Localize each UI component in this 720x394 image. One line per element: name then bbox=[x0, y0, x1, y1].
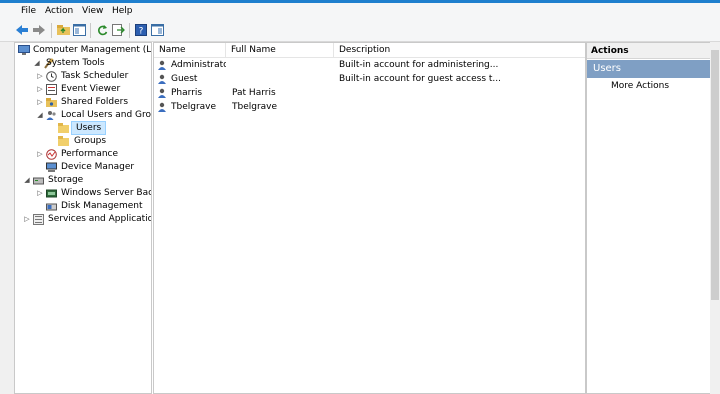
cell-full-name: Tbelgrave bbox=[232, 102, 278, 112]
table-row[interactable]: Guest Built-in account for guest access … bbox=[154, 72, 585, 86]
column-header-name[interactable]: Name bbox=[154, 43, 226, 57]
folder-icon bbox=[58, 123, 69, 134]
help-icon[interactable]: ? bbox=[134, 23, 148, 37]
toolbar-separator bbox=[90, 23, 91, 38]
expander-expanded-icon[interactable]: ◢ bbox=[36, 109, 44, 122]
up-folder-icon[interactable] bbox=[56, 23, 70, 37]
clock-icon bbox=[46, 71, 57, 82]
menu-file[interactable]: File bbox=[21, 6, 36, 16]
toolbar-separator bbox=[51, 23, 52, 38]
table-row[interactable]: Administrator Built-in account for admin… bbox=[154, 58, 585, 72]
cell-name: Tbelgrave bbox=[171, 102, 217, 112]
export-list-icon[interactable] bbox=[111, 23, 125, 37]
menu-action[interactable]: Action bbox=[45, 6, 73, 16]
cell-description: Built-in account for administering... bbox=[339, 60, 499, 70]
user-icon bbox=[157, 74, 168, 84]
expander-collapsed-icon[interactable]: ▷ bbox=[23, 213, 31, 226]
computer-management-icon bbox=[18, 45, 30, 56]
actions-header: Actions bbox=[587, 43, 711, 59]
menu-bar: File Action View Help bbox=[0, 3, 720, 20]
users-list-view: Name Full Name Description Administrator… bbox=[153, 42, 586, 394]
device-manager-icon bbox=[46, 162, 57, 173]
cell-description: Built-in account for guest access t... bbox=[339, 74, 502, 84]
expander-expanded-icon[interactable]: ◢ bbox=[33, 57, 41, 70]
performance-icon bbox=[46, 149, 57, 160]
menu-view[interactable]: View bbox=[82, 6, 103, 16]
disk-management-icon bbox=[46, 201, 57, 212]
shared-folder-icon bbox=[46, 97, 57, 108]
list-header: Name Full Name Description bbox=[154, 43, 585, 58]
column-header-full-name[interactable]: Full Name bbox=[226, 43, 334, 57]
console-tree: Computer Management (Local ◢ System Tool… bbox=[14, 42, 152, 394]
vertical-scrollbar[interactable] bbox=[710, 42, 720, 394]
event-viewer-icon bbox=[46, 84, 57, 95]
more-actions-link[interactable]: More Actions bbox=[611, 81, 669, 91]
cell-name: Administrator bbox=[171, 60, 226, 70]
back-arrow-icon[interactable] bbox=[15, 23, 29, 37]
cell-full-name: Pat Harris bbox=[232, 88, 276, 98]
local-users-icon bbox=[46, 110, 57, 121]
actions-section-users[interactable]: Users bbox=[587, 60, 711, 78]
actions-pane: Actions Users More Actions bbox=[586, 42, 712, 394]
expander-expanded-icon[interactable]: ◢ bbox=[23, 174, 31, 187]
toolbar-separator bbox=[129, 23, 130, 38]
user-icon bbox=[157, 102, 168, 112]
storage-icon bbox=[33, 175, 44, 186]
cell-name: Guest bbox=[171, 74, 198, 84]
user-icon bbox=[157, 60, 168, 70]
cell-name: Pharris bbox=[171, 88, 203, 98]
services-icon bbox=[33, 214, 44, 225]
user-icon bbox=[157, 88, 168, 98]
expander-collapsed-icon[interactable]: ▷ bbox=[36, 148, 44, 161]
backup-icon bbox=[46, 188, 57, 199]
show-hide-action-pane-icon[interactable] bbox=[150, 23, 164, 37]
expander-collapsed-icon[interactable]: ▷ bbox=[36, 187, 44, 200]
expander-collapsed-icon[interactable]: ▷ bbox=[36, 96, 44, 109]
menu-help[interactable]: Help bbox=[112, 6, 133, 16]
toolbar: ? bbox=[0, 20, 720, 42]
expander-collapsed-icon[interactable]: ▷ bbox=[36, 70, 44, 83]
forward-arrow-icon[interactable] bbox=[32, 23, 46, 37]
expander-collapsed-icon[interactable]: ▷ bbox=[36, 83, 44, 96]
svg-text:?: ? bbox=[139, 27, 144, 37]
left-gutter bbox=[0, 42, 14, 394]
scrollbar-thumb[interactable] bbox=[711, 50, 719, 300]
column-header-description[interactable]: Description bbox=[334, 43, 584, 57]
console-tree-icon[interactable] bbox=[72, 23, 86, 37]
folder-icon bbox=[58, 136, 69, 147]
table-row[interactable]: Tbelgrave Tbelgrave bbox=[154, 100, 585, 114]
table-row[interactable]: Pharris Pat Harris bbox=[154, 86, 585, 100]
refresh-icon[interactable] bbox=[95, 23, 109, 37]
